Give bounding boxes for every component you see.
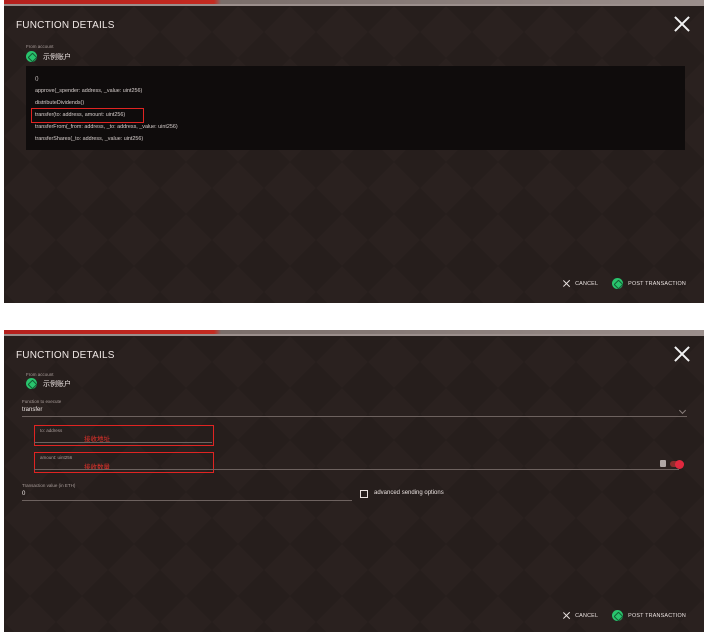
menu-item-transfer-shares[interactable]: transferShares(_to: address, _value: uin… <box>35 136 143 142</box>
function-select[interactable]: transfer <box>22 407 42 413</box>
menu-item-approve[interactable]: approve(_spender: address, _value: uint2… <box>35 88 142 94</box>
cancel-label: CANCEL <box>575 612 599 619</box>
close-icon <box>563 280 570 287</box>
screenshot-transfer-form: FUNCTION DETAILS From account 示例账户 Funct… <box>4 330 704 632</box>
advanced-options-checkbox[interactable] <box>360 490 368 498</box>
menu-item-distribute-dividends[interactable]: distributeDividends() <box>35 100 84 106</box>
cancel-button[interactable]: CANCEL <box>563 612 598 619</box>
calculator-icon[interactable] <box>660 460 666 467</box>
menu-item-fallback[interactable]: () <box>35 76 39 82</box>
account-name: 示例账户 <box>43 53 71 61</box>
account-identicon-icon <box>26 51 37 62</box>
dialog-footer: CANCEL POST TRANSACTION <box>563 610 686 621</box>
function-select-label: Function to execute <box>22 399 62 404</box>
top-strip <box>4 0 704 4</box>
post-transaction-button[interactable]: POST TRANSACTION <box>612 278 686 289</box>
from-account-selector[interactable]: 示例账户 <box>26 51 71 62</box>
menu-item-transfer-from[interactable]: transferFrom(_from: address, _to: addres… <box>35 124 178 130</box>
dialog-title: FUNCTION DETAILS <box>16 20 115 31</box>
from-account-label: From account <box>26 44 54 49</box>
chevron-down-icon <box>678 406 687 415</box>
amount-label: amount: uint256 <box>40 455 73 460</box>
amount-input[interactable] <box>34 469 679 470</box>
cancel-button[interactable]: CANCEL <box>563 280 598 287</box>
account-name: 示例账户 <box>43 380 71 388</box>
advanced-options-label: advanced sending options <box>374 490 444 496</box>
menu-item-transfer[interactable]: transfer(to: address, amount: uint256) <box>35 112 125 118</box>
eth-value-underline <box>22 500 352 501</box>
post-transaction-label: POST TRANSACTION <box>628 612 686 619</box>
post-transaction-button[interactable]: POST TRANSACTION <box>612 610 686 621</box>
eth-value-input[interactable]: 0 <box>22 491 25 497</box>
top-strip <box>4 330 704 334</box>
to-address-label: to: address <box>40 428 63 433</box>
dialog-footer: CANCEL POST TRANSACTION <box>563 278 686 289</box>
from-account-label: From account <box>26 372 54 377</box>
account-identicon-icon <box>26 378 37 389</box>
account-identicon-icon <box>612 278 624 289</box>
eth-value-label: Transaction value (in ETH) <box>22 483 76 488</box>
close-icon <box>563 612 570 619</box>
to-address-input[interactable] <box>34 442 212 443</box>
close-icon[interactable] <box>674 346 690 362</box>
unit-toggle[interactable] <box>670 459 684 469</box>
function-details-dialog: FUNCTION DETAILS From account 示例账户 Funct… <box>4 336 704 632</box>
dialog-title: FUNCTION DETAILS <box>16 350 115 361</box>
function-details-dialog: FUNCTION DETAILS From account 示例账户 () ap… <box>4 6 704 303</box>
account-identicon-icon <box>612 610 624 621</box>
function-dropdown-menu: () approve(_spender: address, _value: ui… <box>26 66 685 150</box>
cancel-label: CANCEL <box>575 280 599 287</box>
function-select-underline <box>22 416 687 417</box>
screenshot-function-list: FUNCTION DETAILS From account 示例账户 () ap… <box>4 0 704 303</box>
from-account-selector[interactable]: 示例账户 <box>26 378 71 389</box>
post-transaction-label: POST TRANSACTION <box>628 280 686 287</box>
close-icon[interactable] <box>674 16 690 32</box>
